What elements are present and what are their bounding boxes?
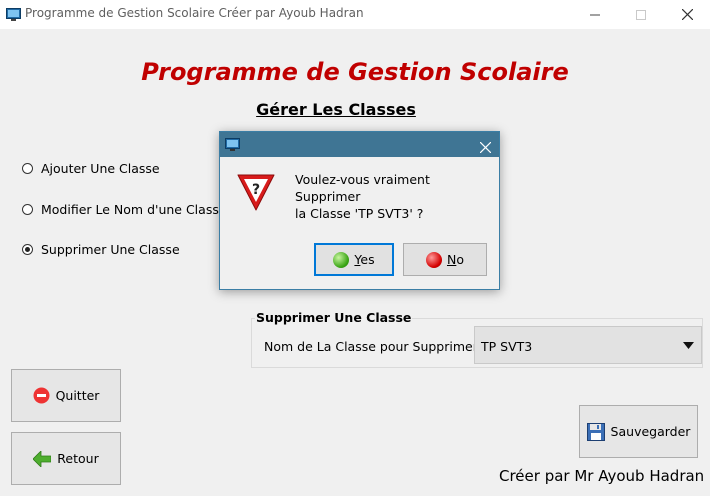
class-select-value: TP SVT3: [481, 339, 533, 354]
save-icon: [586, 422, 605, 441]
close-icon: [479, 141, 492, 154]
radio-circle-selected[interactable]: [22, 244, 33, 255]
radio-label: Supprimer Une Classe: [41, 242, 180, 257]
window-titlebar: Programme de Gestion Scolaire Créer par …: [0, 0, 710, 29]
dropdown-arrow-icon: [683, 342, 694, 349]
radio-circle[interactable]: [22, 163, 33, 174]
yes-button[interactable]: Yes: [314, 243, 394, 276]
save-button-label: Sauvegarder: [610, 424, 691, 439]
back-button-label: Retour: [57, 451, 99, 466]
quit-button-label: Quitter: [55, 388, 100, 403]
class-name-label: Nom de La Classe pour Supprimer :: [264, 339, 487, 354]
svg-text:?: ?: [252, 182, 260, 198]
groupbox-title: Supprimer Une Classe: [255, 310, 413, 325]
dialog-message: Voulez-vous vraiment Supprimer la Classe…: [295, 172, 430, 221]
maximize-icon: [636, 9, 646, 20]
window-title: Programme de Gestion Scolaire Créer par …: [25, 6, 364, 20]
section-title: Gérer Les Classes: [256, 100, 416, 119]
warning-icon: ?: [235, 172, 277, 216]
stop-icon: [33, 387, 50, 404]
back-button[interactable]: Retour: [11, 432, 121, 485]
app-title: Programme de Gestion Scolaire: [141, 58, 569, 86]
yes-button-label: Yes: [354, 252, 375, 267]
radio-add-class[interactable]: Ajouter Une Classe: [22, 161, 160, 176]
close-icon: [681, 9, 693, 20]
save-button[interactable]: Sauvegarder: [579, 405, 698, 458]
close-button[interactable]: [664, 0, 710, 29]
radio-label: Modifier Le Nom d'une Classe: [41, 202, 227, 217]
dialog-titlebar: [220, 132, 499, 157]
radio-label: Ajouter Une Classe: [41, 161, 160, 176]
maximize-button[interactable]: [618, 0, 664, 29]
minimize-button[interactable]: [572, 0, 618, 29]
radio-delete-class[interactable]: Supprimer Une Classe: [22, 242, 180, 257]
class-select[interactable]: TP SVT3: [474, 326, 702, 364]
red-circle-icon: [425, 251, 442, 268]
dialog-close-button[interactable]: [479, 138, 492, 157]
radio-rename-class[interactable]: Modifier Le Nom d'une Classe: [22, 202, 227, 217]
radio-circle[interactable]: [22, 204, 33, 215]
confirm-delete-dialog: ? Voulez-vous vraiment Supprimer la Clas…: [219, 131, 500, 290]
no-button[interactable]: No: [403, 243, 487, 276]
quit-button[interactable]: Quitter: [11, 369, 121, 422]
computer-monitor-icon: [225, 137, 240, 156]
green-circle-icon: [333, 251, 350, 268]
arrow-left-icon: [33, 450, 52, 467]
computer-monitor-icon: [6, 7, 21, 21]
minimize-icon: [590, 14, 600, 15]
no-button-label: No: [446, 252, 464, 267]
author-credit: Créer par Mr Ayoub Hadran: [499, 467, 705, 485]
